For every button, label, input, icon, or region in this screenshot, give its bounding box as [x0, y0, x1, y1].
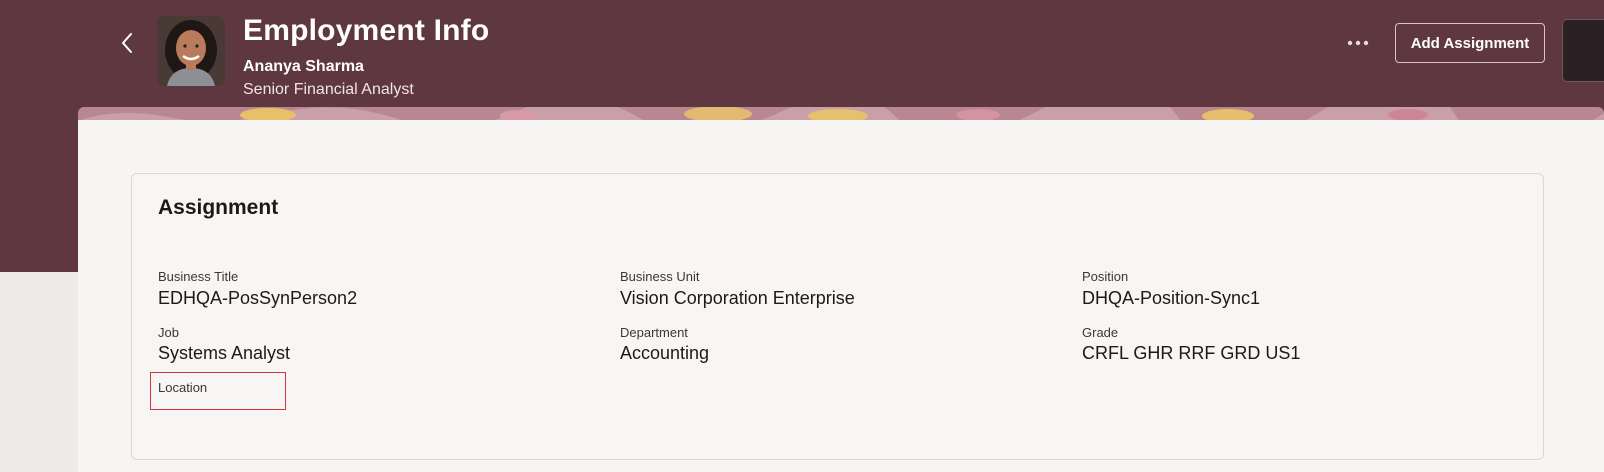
- department-value: Accounting: [620, 343, 710, 363]
- job-value: Systems Analyst: [158, 343, 291, 363]
- position-value: DHQA-Position-Sync1: [1082, 288, 1261, 308]
- chevron-left-icon: [122, 33, 132, 53]
- page-title: Employment Info: [243, 14, 490, 47]
- person-photo: [157, 16, 225, 86]
- more-actions-button[interactable]: [1340, 30, 1376, 56]
- section-title: Assignment: [158, 196, 279, 219]
- header-side-button[interactable]: [1562, 19, 1604, 82]
- grade-value: CRFL GHR RRF GRD US1: [1082, 343, 1301, 363]
- job-label: Job: [158, 325, 179, 340]
- business-unit-value: Vision Corporation Enterprise: [620, 288, 855, 308]
- department-label: Department: [620, 325, 688, 340]
- assignment-card: [131, 173, 1544, 460]
- location-highlight-box: [150, 372, 286, 410]
- business-title-value: EDHQA-PosSynPerson2: [158, 288, 358, 308]
- person-name: Ananya Sharma: [243, 58, 364, 75]
- business-title-label: Business Title: [158, 269, 239, 284]
- back-button[interactable]: [112, 28, 142, 58]
- position-label: Position: [1082, 269, 1129, 284]
- avatar: [157, 16, 225, 86]
- grade-label: Grade: [1082, 325, 1119, 340]
- person-role: Senior Financial Analyst: [243, 81, 414, 98]
- more-horizontal-icon: [1347, 40, 1369, 46]
- business-unit-label: Business Unit: [620, 269, 700, 284]
- decorative-pattern: [78, 107, 1604, 121]
- add-assignment-button[interactable]: Add Assignment: [1395, 23, 1545, 63]
